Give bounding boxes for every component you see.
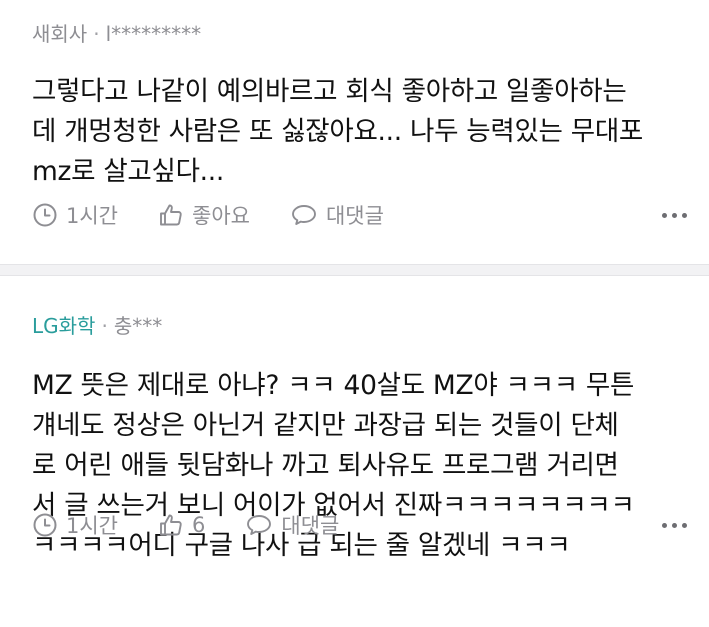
meta-separator: · [101, 314, 108, 338]
reply-label: 대댓글 [281, 514, 340, 538]
comment-item: 새회사 · l********* 그렇다고 나같이 예의바르고 회식 좋아하고 일좋… [0, 0, 709, 264]
comment-text-line: 데 개멍청한 사람은 또 싫잖아요... 나두 능력있는 무대포 [32, 116, 643, 147]
comment-company-link[interactable]: LG화학 [32, 314, 95, 338]
clock-icon [33, 203, 57, 227]
comment-item: LG화학 · 충*** MZ 뜻은 제대로 아냐? ㅋㅋ 40살도 MZ야 ㅋㅋㅋ … [0, 276, 709, 626]
comment-user: l********* [105, 22, 202, 46]
like-label: 좋아요 [192, 204, 250, 228]
comment-meta: 새회사 · l********* [32, 20, 689, 48]
reply-button[interactable]: 대댓글 [290, 200, 384, 230]
timestamp: 1시간 [32, 510, 118, 540]
comment-text-line: mz로 살고싶다... [32, 156, 225, 187]
thumbs-up-icon [160, 204, 182, 226]
meta-separator: · [93, 22, 100, 46]
comment-body: 그렇다고 나같이 예의바르고 회식 좋아하고 일좋아하는 데 개멍청한 사람은 … [32, 72, 689, 192]
comment-meta: LG화학 · 충*** [32, 312, 689, 340]
comment-company: 새회사 [32, 22, 88, 46]
comment-user: 충*** [113, 314, 163, 338]
more-options-icon[interactable] [660, 517, 689, 534]
clock-icon [33, 513, 57, 537]
timestamp-label: 1시간 [66, 514, 119, 538]
comment-text-line: MZ 뜻은 제대로 아냐? ㅋㅋ 40살도 MZ야 ㅋㅋㅋ 무튼 [32, 370, 635, 401]
timestamp-label: 1시간 [66, 204, 119, 228]
like-button[interactable]: 좋아요 [158, 200, 250, 230]
reply-button[interactable]: 대댓글 [245, 510, 339, 540]
thumbs-up-icon [160, 514, 182, 536]
like-button[interactable]: 6 [158, 512, 205, 538]
comment-text-line: 로 어린 애들 뒷담화나 까고 퇴사유도 프로그램 거리면 [32, 450, 619, 481]
comment-actions: 1시간 좋아요 대댓글 [32, 197, 689, 233]
reply-label: 대댓글 [325, 204, 384, 228]
speech-bubble-icon [247, 515, 272, 535]
comment-actions: 1시간 6 대댓글 [32, 507, 689, 543]
like-count: 6 [192, 513, 206, 537]
comment-divider [0, 264, 709, 276]
comment-text-line: 그렇다고 나같이 예의바르고 회식 좋아하고 일좋아하는 [32, 76, 627, 107]
comment-text-line: 걔네도 정상은 아닌거 같지만 과장급 되는 것들이 단체 [32, 410, 619, 441]
timestamp: 1시간 [32, 200, 118, 230]
speech-bubble-icon [292, 205, 316, 225]
more-options-icon[interactable] [660, 207, 689, 224]
